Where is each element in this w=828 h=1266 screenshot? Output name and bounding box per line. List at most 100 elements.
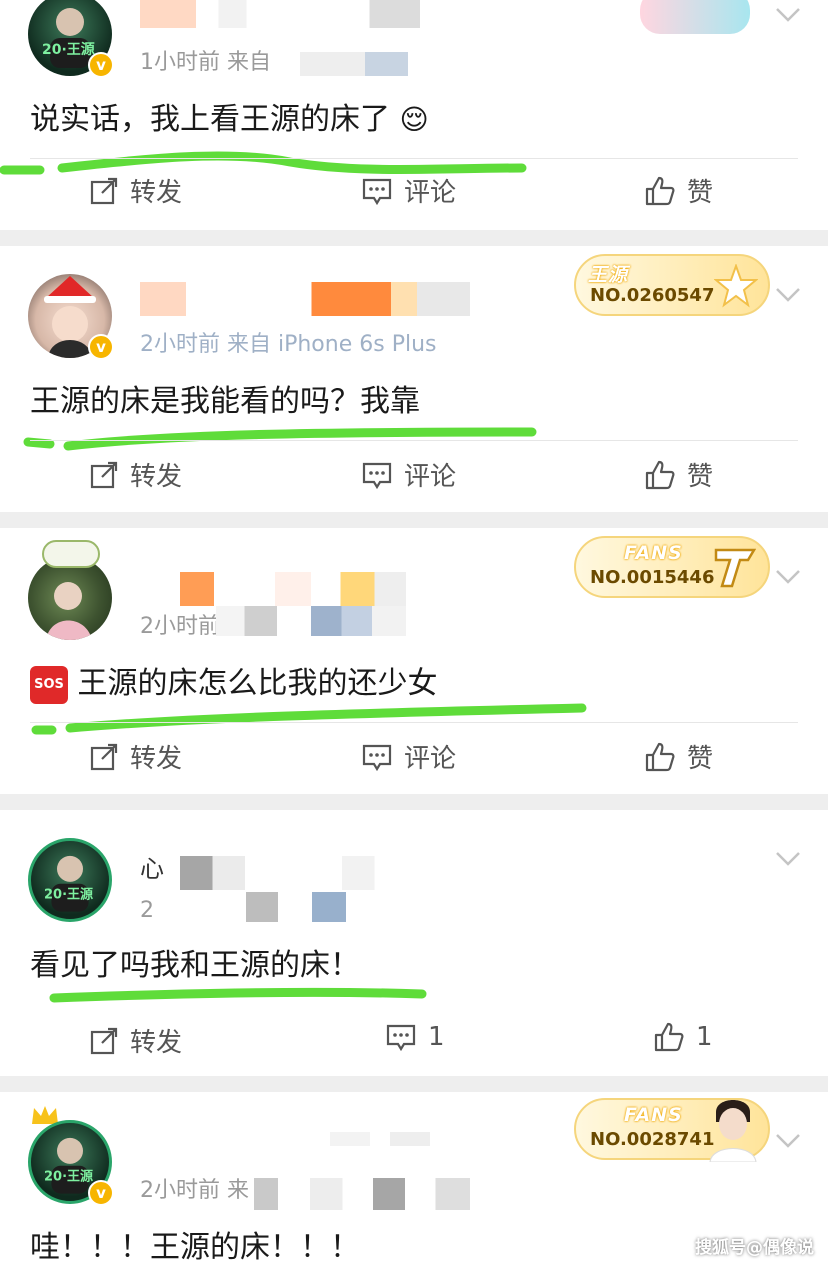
- post-card-1: 20·王源 v 1小时前 来自 说实话，我上看王源的床了 😌 转发 评论 赞: [0, 0, 828, 230]
- highlight-underline: [23, 427, 537, 451]
- verified-badge-icon: v: [88, 1180, 114, 1206]
- divider: [30, 722, 798, 723]
- fan-badge[interactable]: FANS NO.0028741: [574, 1098, 770, 1162]
- blurred-source: [246, 892, 346, 922]
- like-button[interactable]: 赞: [645, 456, 713, 493]
- fan-badge-number: NO.0260547: [590, 285, 715, 306]
- fan-badge-label: 王源: [588, 264, 629, 286]
- fan-badge-number: NO.0015446: [590, 567, 715, 588]
- repost-button[interactable]: 转发: [90, 1022, 182, 1059]
- comment-label: 评论: [404, 744, 457, 774]
- thumbs-up-icon: [654, 1022, 684, 1052]
- post-meta: 2小时前 来自 iPhone 6s Plus: [140, 332, 437, 357]
- post-content: 哇！！！王源的床！！！: [30, 1226, 360, 1266]
- post-content: 看见了吗我和王源的床！: [30, 944, 360, 988]
- post-text: 说实话，我上看王源的床了: [30, 102, 390, 137]
- comment-icon: [362, 462, 392, 489]
- repost-button[interactable]: 转发: [90, 172, 182, 209]
- tf-logo-icon: [714, 548, 756, 588]
- repost-label: 转发: [130, 178, 183, 208]
- comment-button[interactable]: 评论: [362, 456, 456, 493]
- thumbs-up-icon: [645, 742, 675, 771]
- chevron-down-icon[interactable]: [774, 568, 802, 586]
- avatar[interactable]: 20·王源: [28, 838, 112, 922]
- comment-label: 评论: [404, 462, 457, 492]
- post-content: 王源的床是我能看的吗？我靠: [30, 380, 420, 424]
- sticker-decoration: [640, 0, 750, 34]
- sticker-decoration: [42, 540, 100, 568]
- fan-badge-label: FANS: [624, 1104, 683, 1126]
- repost-label: 转发: [130, 744, 183, 774]
- blurred-username: [140, 282, 470, 316]
- divider: [30, 440, 798, 441]
- star-icon: [714, 264, 758, 308]
- comment-button[interactable]: 评论: [362, 738, 456, 775]
- fan-badge[interactable]: FANS NO.0015446: [574, 536, 770, 598]
- repost-icon: [90, 461, 118, 488]
- blurred-source: [216, 606, 406, 636]
- blurred-source: [254, 1178, 470, 1210]
- thumbs-up-icon: [645, 176, 675, 205]
- post-card-2: v 2小时前 来自 iPhone 6s Plus 王源 NO.0260547 王…: [0, 246, 828, 512]
- post-content: SOS 王源的床怎么比我的还少女: [30, 662, 438, 706]
- like-count: 1: [696, 1022, 713, 1052]
- fan-badge[interactable]: 王源 NO.0260547: [574, 254, 770, 316]
- post-text: 看见了吗我和王源的床！: [30, 948, 360, 983]
- blurred-username: [180, 856, 450, 890]
- repost-button[interactable]: 转发: [90, 738, 182, 775]
- verified-badge-icon: v: [88, 334, 114, 360]
- thumbs-up-icon: [645, 460, 675, 489]
- like-label: 赞: [687, 178, 714, 208]
- sos-icon: SOS: [30, 665, 68, 704]
- repost-label: 转发: [130, 462, 183, 492]
- like-label: 赞: [687, 462, 714, 492]
- post-meta: 1小时前 来自: [140, 50, 271, 75]
- post-meta: 2: [140, 898, 154, 923]
- emoji-icon: 😌: [399, 103, 429, 136]
- post-text: 王源的床是我能看的吗？我靠: [30, 384, 420, 419]
- post-card-3: 2小时前 FANS NO.0015446 SOS 王源的床怎么比我的还少女 转发…: [0, 528, 828, 794]
- blurred-source: [300, 52, 408, 76]
- comment-label: 评论: [404, 178, 457, 208]
- idol-portrait-icon: [709, 1100, 757, 1162]
- chevron-down-icon[interactable]: [774, 850, 802, 868]
- like-button[interactable]: 赞: [645, 738, 713, 775]
- svg-text:20·王源: 20·王源: [44, 1169, 93, 1185]
- fan-badge-number: NO.0028741: [590, 1129, 715, 1150]
- verified-badge-icon: v: [88, 52, 114, 78]
- post-text: 哇！！！王源的床！！！: [30, 1230, 360, 1265]
- like-button[interactable]: 赞: [645, 172, 713, 209]
- username[interactable]: 心: [140, 852, 164, 886]
- comment-icon: [362, 744, 392, 771]
- svg-text:20·王源: 20·王源: [42, 41, 95, 58]
- post-content: 说实话，我上看王源的床了 😌: [30, 98, 429, 142]
- blurred-username: [140, 0, 420, 28]
- comment-button[interactable]: 1: [386, 1022, 445, 1052]
- watermark: 搜狐号@偶像说: [695, 1238, 814, 1258]
- comment-button[interactable]: 评论: [362, 172, 456, 209]
- like-button[interactable]: 1: [654, 1022, 713, 1052]
- comment-icon: [362, 178, 392, 205]
- comment-count: 1: [428, 1022, 445, 1052]
- repost-icon: [90, 743, 118, 770]
- post-meta: 2小时前: [140, 614, 220, 639]
- blurred-username: [330, 1132, 430, 1146]
- avatar[interactable]: [28, 556, 112, 640]
- comment-icon: [386, 1024, 416, 1051]
- post-text: 王源的床怎么比我的还少女: [77, 666, 438, 701]
- repost-icon: [90, 177, 118, 204]
- repost-button[interactable]: 转发: [90, 456, 182, 493]
- repost-icon: [90, 1027, 118, 1054]
- like-label: 赞: [687, 744, 714, 774]
- chevron-down-icon[interactable]: [774, 286, 802, 304]
- svg-text:20·王源: 20·王源: [44, 887, 93, 903]
- repost-label: 转发: [130, 1028, 183, 1058]
- chevron-down-icon[interactable]: [774, 6, 802, 24]
- blurred-username: [180, 572, 406, 606]
- post-card-4: 20·王源 心 2 看见了吗我和王源的床！ 转发 1 1: [0, 810, 828, 1076]
- divider: [30, 158, 798, 159]
- highlight-underline: [31, 703, 587, 735]
- chevron-down-icon[interactable]: [774, 1132, 802, 1150]
- post-meta: 2小时前 来: [140, 1178, 249, 1203]
- fan-badge-label: FANS: [624, 542, 683, 564]
